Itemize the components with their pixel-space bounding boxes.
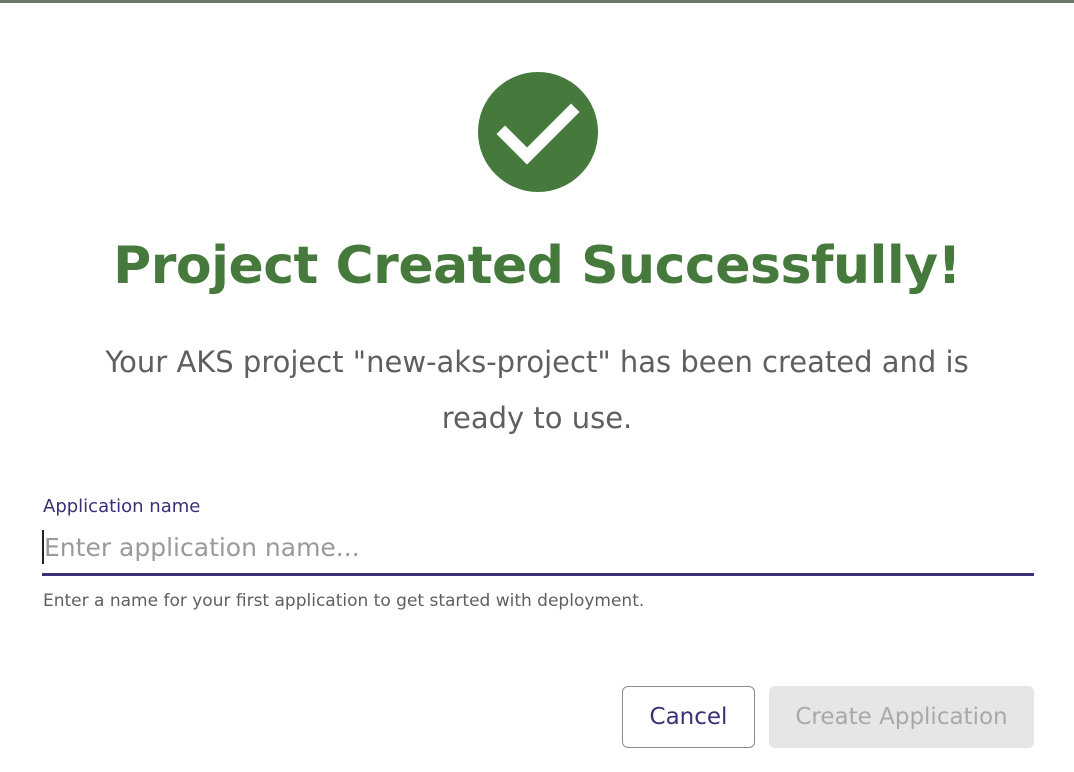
success-dialog: Project Created Successfully! Your AKS p…	[0, 0, 1074, 772]
application-name-field[interactable]	[42, 524, 1034, 576]
checkmark-icon	[496, 103, 580, 165]
application-name-label: Application name	[43, 496, 201, 517]
check-circle-icon	[478, 72, 598, 192]
cancel-button[interactable]: Cancel	[622, 686, 755, 748]
dialog-top-border	[0, 0, 1074, 3]
application-name-input[interactable]	[42, 524, 1032, 570]
create-application-button[interactable]: Create Application	[769, 686, 1034, 748]
dialog-message: Your AKS project "new-aks-project" has b…	[105, 345, 969, 435]
text-cursor	[42, 530, 44, 564]
dialog-title: Project Created Successfully!	[113, 236, 961, 296]
application-name-helper-text: Enter a name for your first application …	[43, 591, 645, 611]
